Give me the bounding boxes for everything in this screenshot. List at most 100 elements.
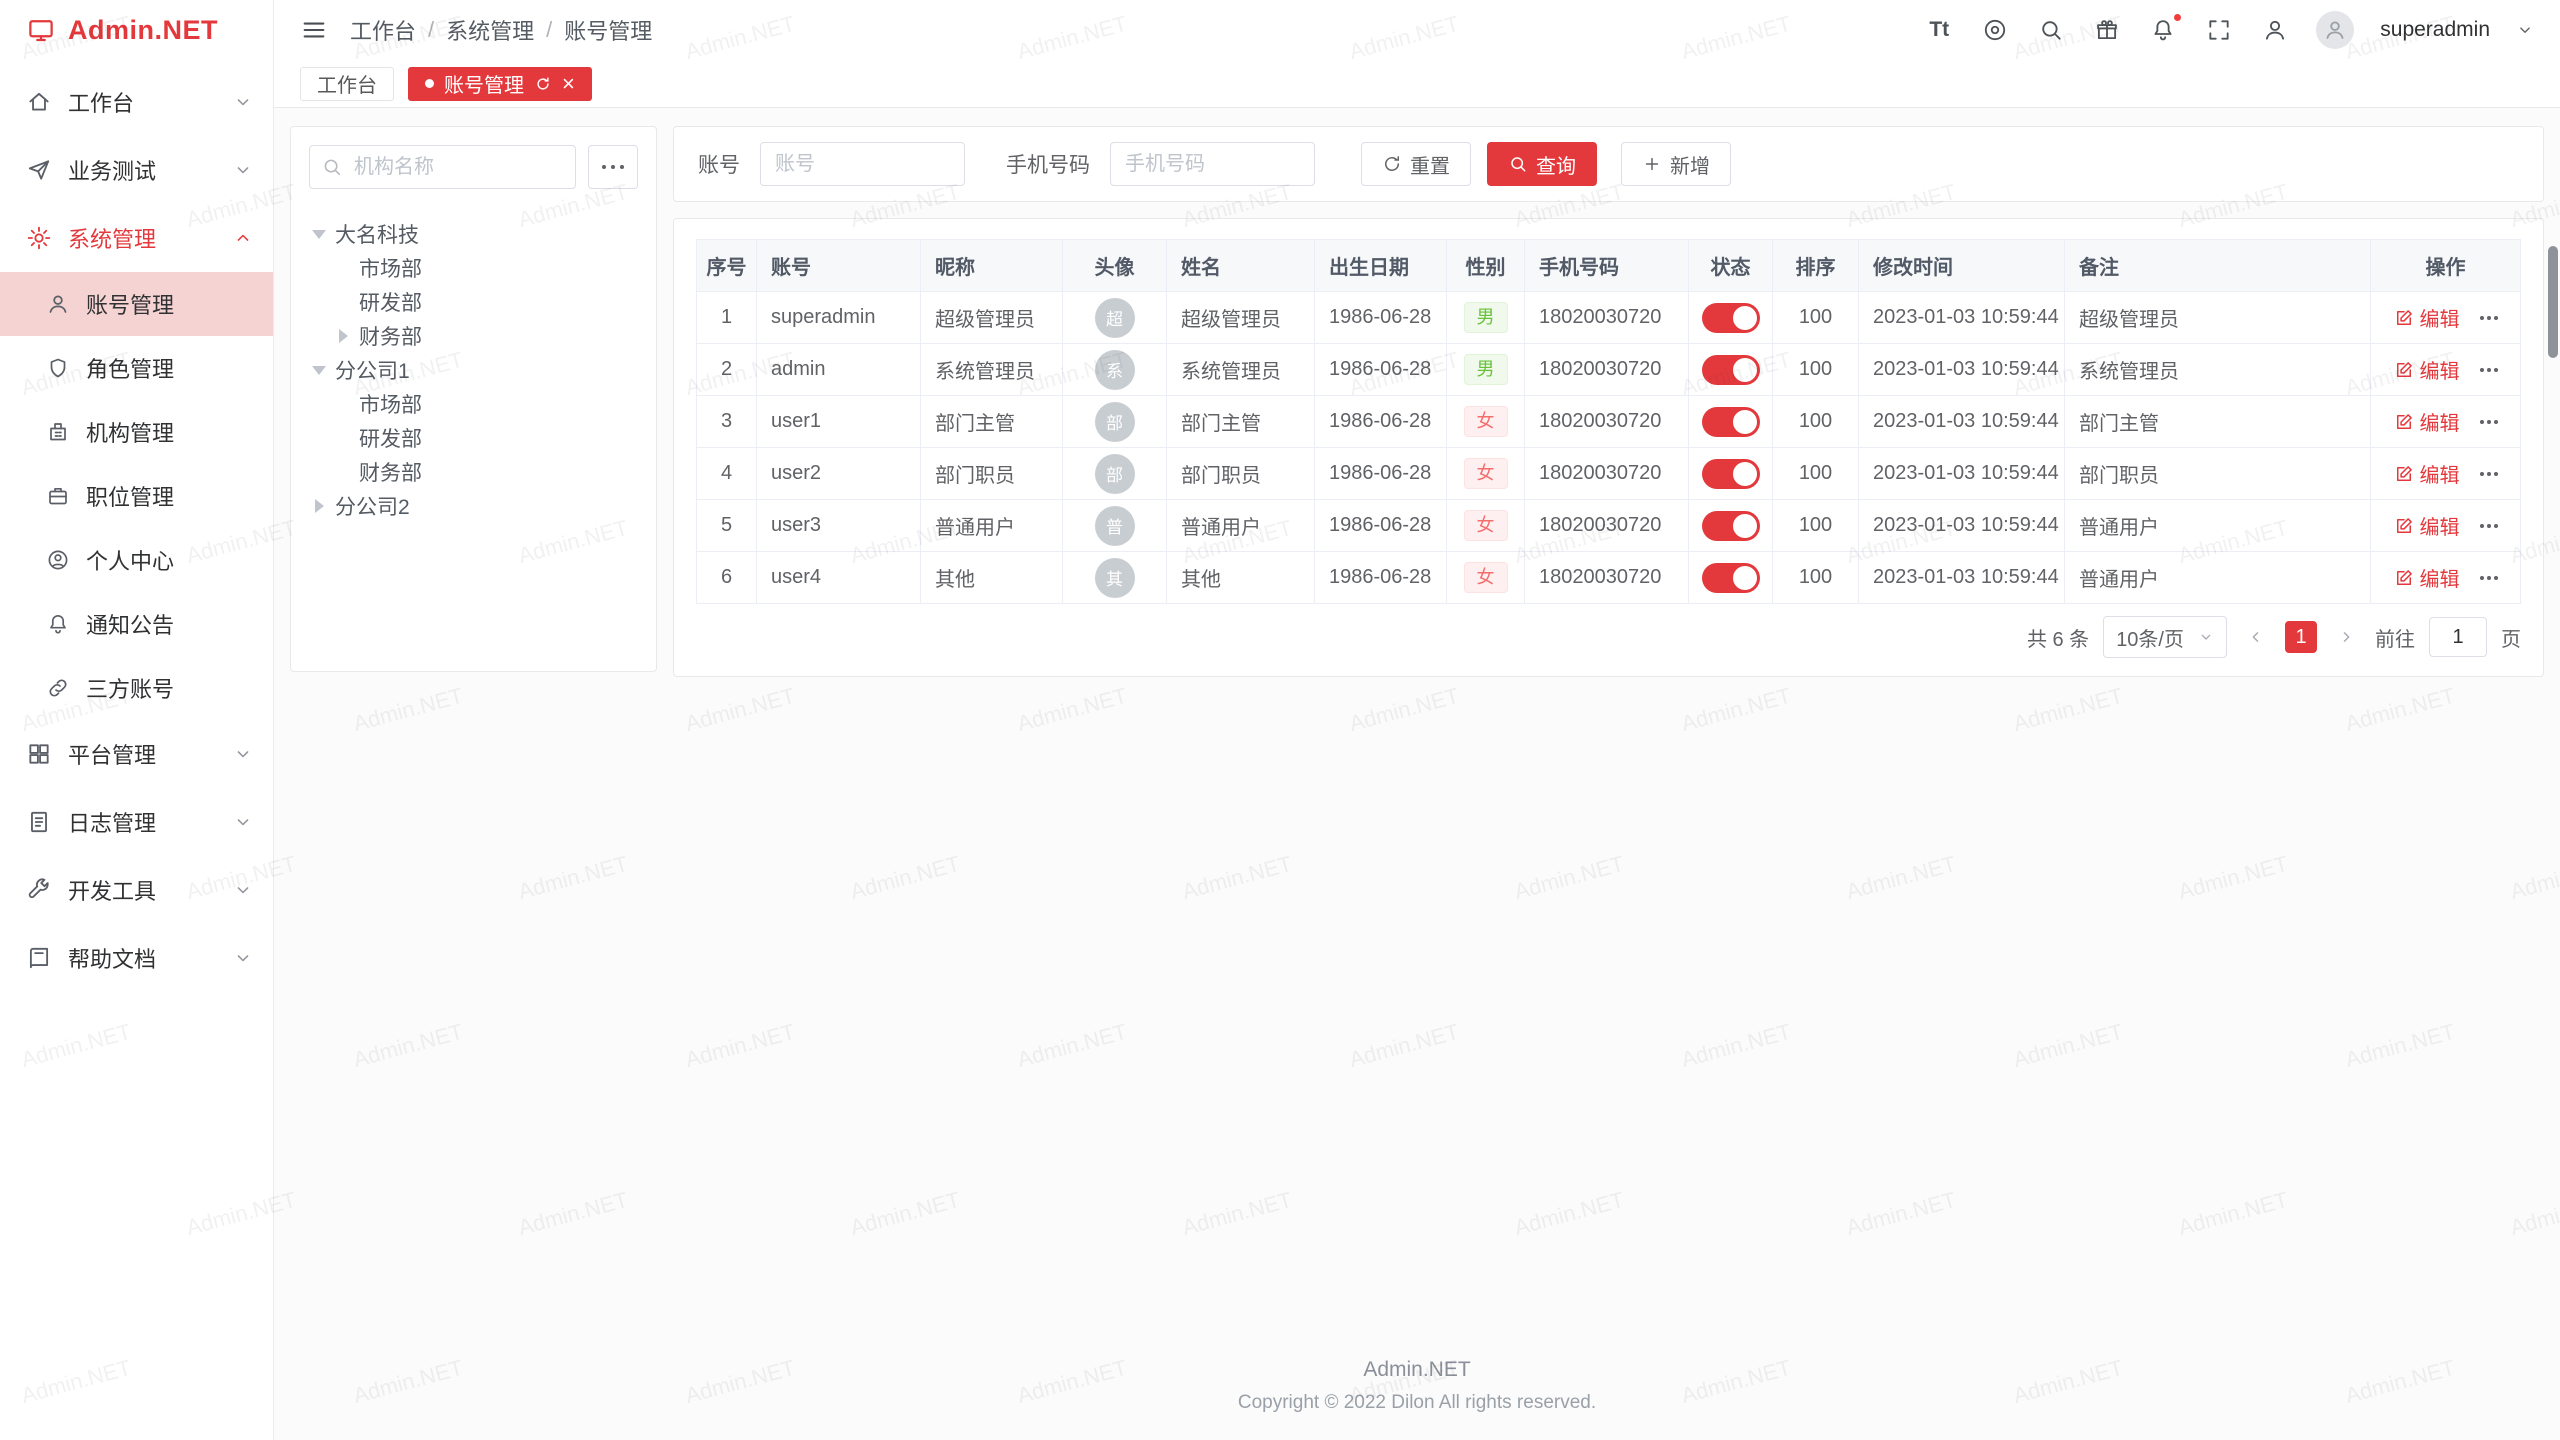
more-icon[interactable]	[2480, 316, 2498, 320]
tree-node[interactable]: 财务部	[309, 319, 638, 353]
page-size-select[interactable]: 10条/页	[2103, 616, 2227, 658]
tab-account-management[interactable]: 账号管理 ×	[408, 67, 592, 101]
edit-button[interactable]: 编辑	[2394, 355, 2460, 384]
edit-button[interactable]: 编辑	[2394, 407, 2460, 436]
cell-avatar: 部	[1063, 396, 1167, 448]
cell-gender: 男	[1447, 292, 1525, 344]
search-icon	[321, 156, 343, 178]
edit-button[interactable]: 编辑	[2394, 459, 2460, 488]
search-icon[interactable]	[2036, 15, 2066, 45]
more-icon[interactable]	[2480, 524, 2498, 528]
edit-button[interactable]: 编辑	[2394, 303, 2460, 332]
more-icon[interactable]	[2480, 368, 2498, 372]
app-root: Admin.NET 工作台 业务测试 系统管理 账号管理	[0, 0, 2560, 1440]
notification-badge	[2172, 12, 2183, 23]
tree-node[interactable]: 分公司1	[309, 353, 638, 387]
chevron-down-icon[interactable]	[2516, 21, 2534, 39]
tab-workbench[interactable]: 工作台	[300, 67, 394, 101]
tree-node[interactable]: 市场部	[309, 251, 638, 285]
cell-gender: 女	[1447, 396, 1525, 448]
gender-badge: 女	[1464, 458, 1508, 489]
edit-button[interactable]: 编辑	[2394, 511, 2460, 540]
sidebar-item-third-party-account[interactable]: 三方账号	[0, 656, 273, 720]
cell-phone: 18020030720	[1525, 500, 1689, 552]
caret-right-icon[interactable]	[333, 326, 353, 346]
tree-node[interactable]: 市场部	[309, 387, 638, 421]
tree-node[interactable]: 研发部	[309, 421, 638, 455]
sidebar-item-workbench[interactable]: 工作台	[0, 68, 273, 136]
column-header: 序号	[697, 240, 757, 292]
status-toggle[interactable]	[1702, 511, 1760, 541]
table-row: 6user4其他其其他1986-06-28女180200307201002023…	[697, 552, 2521, 604]
fullscreen-icon[interactable]	[2204, 15, 2234, 45]
prev-page-button[interactable]	[2241, 622, 2271, 652]
sidebar-item-role-management[interactable]: 角色管理	[0, 336, 273, 400]
more-icon[interactable]	[2480, 420, 2498, 424]
total-count: 共 6 条	[2027, 623, 2089, 652]
tree-node[interactable]: 研发部	[309, 285, 638, 319]
phone-filter-input[interactable]	[1110, 142, 1315, 186]
add-button[interactable]: 新增	[1621, 142, 1731, 186]
caret-right-icon[interactable]	[309, 496, 329, 516]
cell-remark: 系统管理员	[2065, 344, 2371, 396]
sidebar-item-personal-center[interactable]: 个人中心	[0, 528, 273, 592]
document-icon	[26, 809, 52, 835]
current-page[interactable]: 1	[2285, 621, 2317, 653]
gift-icon[interactable]	[2092, 15, 2122, 45]
breadcrumb-item[interactable]: 工作台	[350, 14, 416, 46]
caret-placeholder	[333, 258, 353, 278]
status-toggle[interactable]	[1702, 407, 1760, 437]
edit-button[interactable]: 编辑	[2394, 563, 2460, 592]
sidebar-item-account-management[interactable]: 账号管理	[0, 272, 273, 336]
more-icon[interactable]	[2480, 576, 2498, 580]
sidebar-item-business-test[interactable]: 业务测试	[0, 136, 273, 204]
cell-actions: 编辑	[2371, 552, 2521, 604]
sidebar-item-position-management[interactable]: 职位管理	[0, 464, 273, 528]
caret-down-icon[interactable]	[309, 360, 329, 380]
sidebar-item-dev-tools[interactable]: 开发工具	[0, 856, 273, 924]
sidebar-item-label: 系统管理	[68, 222, 217, 254]
cell-name: 部门主管	[1167, 396, 1315, 448]
goto-page-input[interactable]	[2429, 617, 2487, 657]
notification-bell-icon[interactable]	[2148, 15, 2178, 45]
sidebar-item-platform-management[interactable]: 平台管理	[0, 720, 273, 788]
close-icon[interactable]: ×	[562, 73, 575, 95]
status-toggle[interactable]	[1702, 459, 1760, 489]
reset-button[interactable]: 重置	[1361, 142, 1471, 186]
breadcrumb-item[interactable]: 系统管理	[446, 14, 534, 46]
status-toggle[interactable]	[1702, 355, 1760, 385]
font-size-icon[interactable]: Tt	[1924, 15, 1954, 45]
user-settings-icon[interactable]	[2260, 15, 2290, 45]
search-icon	[1508, 154, 1528, 174]
account-filter-label: 账号	[698, 149, 740, 179]
next-page-button[interactable]	[2331, 622, 2361, 652]
hamburger-menu-icon[interactable]	[300, 16, 328, 44]
tree-node[interactable]: 大名科技	[309, 217, 638, 251]
tree-more-button[interactable]	[588, 145, 638, 189]
sidebar-item-help-docs[interactable]: 帮助文档	[0, 924, 273, 992]
caret-down-icon[interactable]	[309, 224, 329, 244]
status-toggle[interactable]	[1702, 563, 1760, 593]
theme-icon[interactable]	[1980, 15, 2010, 45]
status-toggle[interactable]	[1702, 303, 1760, 333]
more-icon[interactable]	[2480, 472, 2498, 476]
app-logo[interactable]: Admin.NET	[0, 0, 273, 60]
avatar[interactable]	[2316, 11, 2354, 49]
table-header-row: 序号账号昵称头像姓名出生日期性别手机号码状态排序修改时间备注操作	[697, 240, 2521, 292]
sidebar-item-log-management[interactable]: 日志管理	[0, 788, 273, 856]
account-filter-input[interactable]	[760, 142, 965, 186]
scrollbar-thumb[interactable]	[2548, 246, 2558, 358]
search-button[interactable]: 查询	[1487, 142, 1597, 186]
username[interactable]: superadmin	[2380, 18, 2490, 42]
sidebar-item-system-management[interactable]: 系统管理	[0, 204, 273, 272]
cell-no: 5	[697, 500, 757, 552]
sidebar-item-notice[interactable]: 通知公告	[0, 592, 273, 656]
sidebar-item-org-management[interactable]: 机构管理	[0, 400, 273, 464]
tree-node[interactable]: 财务部	[309, 455, 638, 489]
pagination: 共 6 条 10条/页 1 前	[696, 604, 2521, 670]
org-search	[309, 145, 576, 189]
cell-status	[1689, 344, 1773, 396]
tree-node[interactable]: 分公司2	[309, 489, 638, 523]
org-search-input[interactable]	[309, 145, 576, 189]
refresh-icon[interactable]	[534, 75, 552, 93]
